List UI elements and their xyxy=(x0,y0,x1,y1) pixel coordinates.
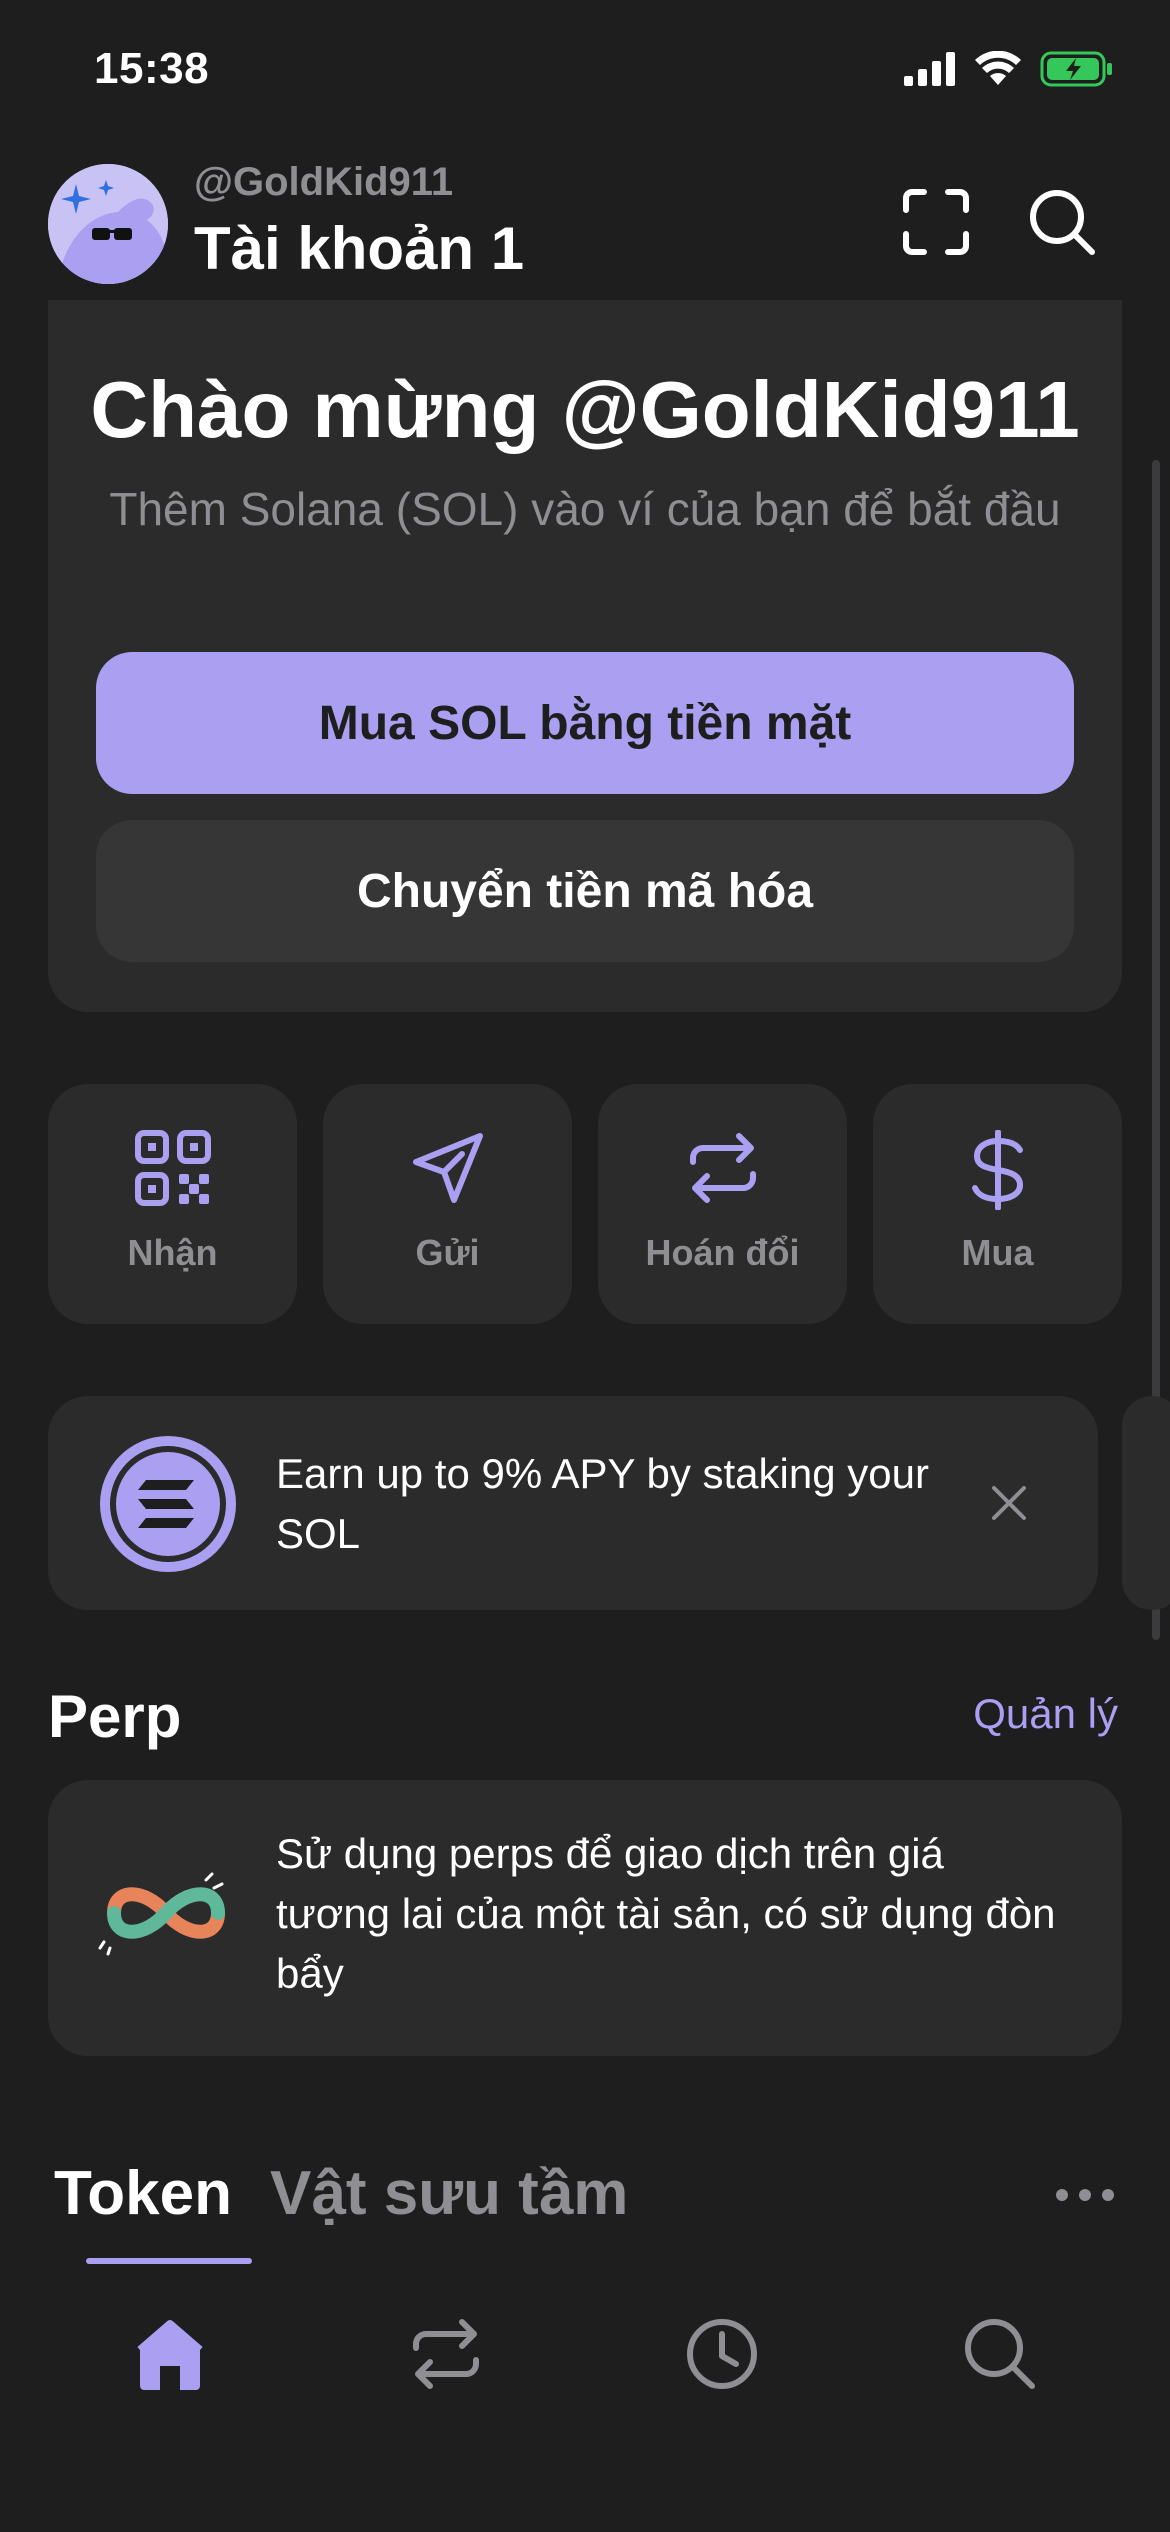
promo-text: Earn up to 9% APY by staking your SOL xyxy=(276,1450,929,1557)
perp-manage-link[interactable]: Quản lý xyxy=(973,1690,1118,1738)
account-name[interactable]: Tài khoản 1 xyxy=(194,214,524,283)
swap-nav-icon[interactable] xyxy=(406,2314,486,2394)
qr-code-icon xyxy=(134,1130,211,1206)
dollar-icon xyxy=(971,1130,1023,1210)
status-icons xyxy=(904,50,1114,88)
tab-token[interactable]: Token xyxy=(54,2158,232,2229)
avatar[interactable] xyxy=(48,164,168,284)
status-time: 15:38 xyxy=(94,44,210,93)
scan-icon[interactable] xyxy=(900,186,972,258)
receive-label: Nhận xyxy=(127,1232,218,1273)
transfer-crypto-button[interactable]: Chuyển tiền mã hóa xyxy=(96,820,1074,962)
app-screen: 15:38 @GoldKid911 Tài khoản 1 Chào mừng … xyxy=(0,0,1170,2532)
avatar-illustration xyxy=(48,164,168,284)
more-icon[interactable] xyxy=(1050,2172,1120,2218)
status-bar: 15:38 xyxy=(0,0,1170,150)
perp-description: Sử dụng perps để giao dịch trên giá tươn… xyxy=(276,1830,1056,1997)
history-icon[interactable] xyxy=(682,2314,762,2394)
signal-icon xyxy=(904,52,955,86)
close-icon[interactable] xyxy=(978,1472,1040,1534)
perp-card[interactable]: Sử dụng perps để giao dịch trên giá tươn… xyxy=(48,1780,1122,2056)
receive-button[interactable]: Nhận xyxy=(48,1084,297,1324)
buy-sol-button[interactable]: Mua SOL bằng tiền mặt xyxy=(96,652,1074,794)
perp-infinity-icon xyxy=(94,1858,238,1968)
home-icon[interactable] xyxy=(130,2314,210,2394)
buy-button[interactable]: Mua xyxy=(873,1084,1122,1324)
solana-icon xyxy=(96,1432,240,1576)
swap-icon xyxy=(689,1133,756,1203)
header: @GoldKid911 Tài khoản 1 xyxy=(0,150,1170,310)
welcome-title: Chào mừng @GoldKid911 xyxy=(90,365,1080,454)
wifi-icon xyxy=(975,51,1021,85)
tab-collectibles[interactable]: Vật sưu tầm xyxy=(270,2158,628,2229)
welcome-subtitle: Thêm Solana (SOL) vào ví của bạn để bắt … xyxy=(109,483,1061,535)
quick-actions: Nhận Gửi Hoán đổi Mua xyxy=(48,1084,1122,1324)
welcome-card: Chào mừng @GoldKid911 Thêm Solana (SOL) … xyxy=(48,300,1122,1012)
swap-label: Hoán đổi xyxy=(645,1232,800,1273)
search-icon[interactable] xyxy=(1026,186,1098,258)
send-label: Gửi xyxy=(415,1232,480,1273)
search-nav-icon[interactable] xyxy=(960,2314,1040,2394)
perp-section-title: Perp xyxy=(48,1683,182,1750)
staking-promo-card[interactable]: Earn up to 9% APY by staking your SOL xyxy=(48,1396,1098,1610)
next-promo-card[interactable] xyxy=(1122,1396,1170,1610)
send-button[interactable]: Gửi xyxy=(323,1084,572,1324)
username[interactable]: @GoldKid911 xyxy=(194,160,453,205)
active-tab-indicator xyxy=(86,2258,252,2264)
swap-button[interactable]: Hoán đổi xyxy=(598,1084,847,1324)
send-icon xyxy=(412,1133,483,1203)
battery-icon xyxy=(1040,51,1112,87)
buy-label: Mua xyxy=(961,1232,1034,1273)
bottom-nav xyxy=(0,2268,1170,2532)
